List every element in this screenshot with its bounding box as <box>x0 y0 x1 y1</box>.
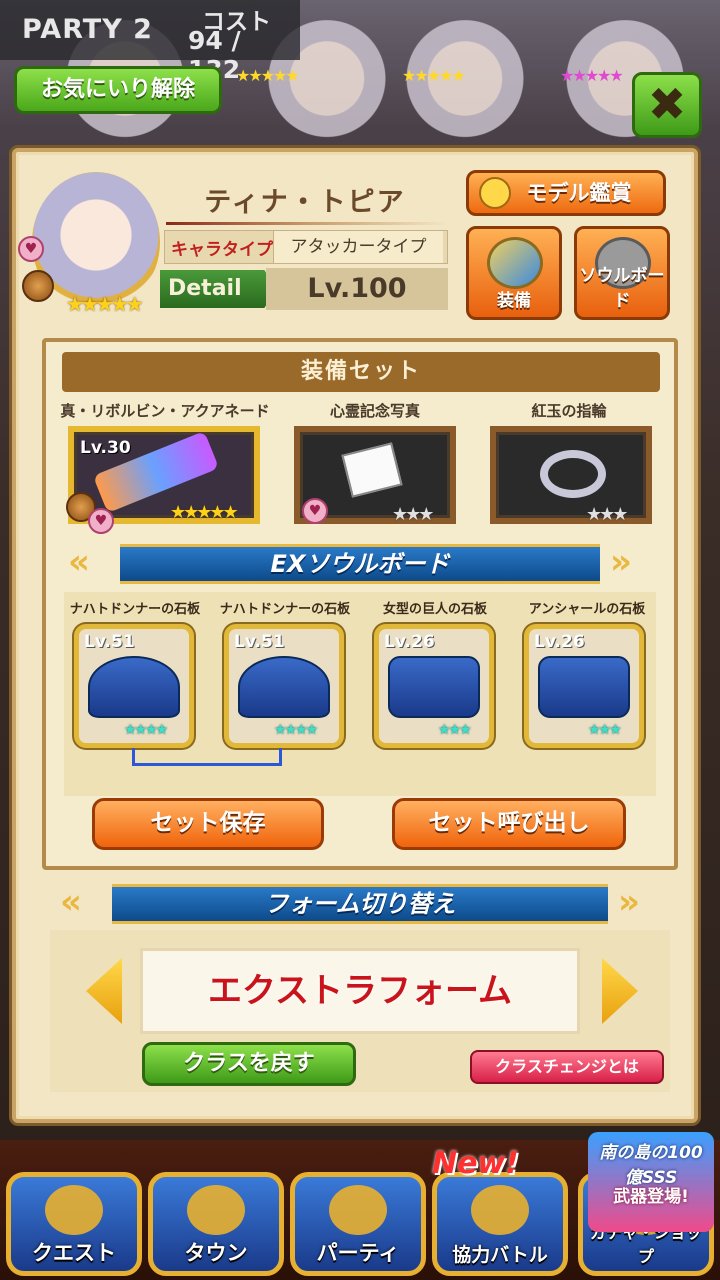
save-set-button[interactable]: セット保存 <box>92 798 324 850</box>
soulboard-label: ソウルボード <box>579 266 665 311</box>
close-icon: ✖ <box>647 77 687 131</box>
nav-label: クエスト <box>32 1241 116 1265</box>
load-set-button[interactable]: セット呼び出し <box>392 798 626 850</box>
party-member-stars: ★★★★★ <box>560 66 624 85</box>
soulboard-name: 女型の巨人の石板 <box>382 602 487 617</box>
soulboard-level: Lv.51 <box>234 632 285 652</box>
soulboard-stars: ★★★ <box>438 722 472 738</box>
new-badge: New! <box>432 1146 519 1181</box>
chevron-left-icon: « <box>68 542 90 582</box>
soulboard-level: Lv.26 <box>384 632 435 652</box>
class-revert-button[interactable]: クラスを戻す <box>142 1042 356 1086</box>
element-orb-icon <box>22 270 54 302</box>
form-switch-title: フォーム切り替え <box>264 890 456 918</box>
party-info-bar: PARTY 2 コスト 94 / 132 <box>0 0 300 84</box>
equipment-stars: ★★★ <box>392 504 434 525</box>
gacha-banner-line2: 武器登場! <box>613 1187 689 1207</box>
soulboard-name: アンシャールの石板 <box>528 602 646 617</box>
soulboard-link-line <box>132 748 282 766</box>
coop-shield-icon <box>471 1185 529 1235</box>
class-change-info-button[interactable]: クラスチェンジとは <box>470 1050 664 1084</box>
stone-tablet-icon <box>538 656 630 718</box>
stone-tablet-icon <box>388 656 480 718</box>
model-view-icon <box>479 177 511 209</box>
stone-tablet-icon <box>88 656 180 718</box>
unfavorite-button[interactable]: お気にいり解除 <box>14 66 222 114</box>
type-value: アタッカータイプ <box>273 231 443 263</box>
heart-lock-icon: ♥ <box>302 498 328 524</box>
type-key: キャラタイプ <box>171 240 273 260</box>
chevron-right-icon: » <box>618 882 640 922</box>
equip-label: 装備 <box>497 291 531 311</box>
nav-party[interactable]: パーティ <box>290 1172 426 1276</box>
background-character-3 <box>400 20 530 150</box>
town-ship-icon <box>187 1185 245 1235</box>
equipment-name: 真・リボルビン・アクアネード <box>60 402 270 420</box>
equipment-name: 紅玉の指輪 <box>531 402 607 420</box>
quest-map-icon <box>45 1185 103 1235</box>
model-view-button[interactable]: モデル鑑賞 <box>466 170 666 216</box>
nav-town[interactable]: タウン <box>148 1172 284 1276</box>
form-switch-banner: フォーム切り替え <box>112 884 608 924</box>
equipment-level: Lv.30 <box>80 438 131 458</box>
soulboard-stars: ★★★ <box>588 722 622 738</box>
equipment-name: 心霊記念写真 <box>329 402 420 420</box>
heart-lock-icon: ♥ <box>88 508 114 534</box>
ex-soulboard-title: EXソウルボード <box>270 550 450 578</box>
equipment-stars: ★★★★★ <box>170 502 239 523</box>
chevron-left-icon: « <box>60 882 82 922</box>
party-members-icon <box>329 1185 387 1235</box>
nav-label: タウン <box>184 1241 248 1265</box>
ruby-ring-icon <box>540 450 606 498</box>
ex-soulboard-banner: EXソウルボード <box>120 544 600 584</box>
equipment-stars: ★★★ <box>586 504 628 525</box>
character-level: Lv.100 <box>266 268 448 310</box>
nav-label: 協力バトル <box>452 1244 548 1266</box>
party-label: PARTY 2 <box>22 14 153 45</box>
heart-lock-icon: ♥ <box>18 236 44 262</box>
nav-coop-battle[interactable]: 協力バトル <box>432 1172 568 1276</box>
gacha-event-banner[interactable]: 南の島の100億SSS 武器登場! <box>588 1132 714 1232</box>
chevron-right-icon: » <box>610 542 632 582</box>
soulboard-name: ナハトドンナーの石板 <box>69 602 201 617</box>
soulboard-stars: ★★★★ <box>124 722 168 738</box>
character-name: ティナ・トピア <box>204 187 406 218</box>
soulboard-level: Lv.51 <box>84 632 135 652</box>
equipment-set-title: 装備セット <box>62 352 660 392</box>
stone-tablet-icon <box>238 656 330 718</box>
name-underline <box>166 222 448 225</box>
character-type-row: キャラタイプ アタッカータイプ <box>164 230 448 264</box>
party-member-stars: ★★★★★ <box>402 66 466 85</box>
gacha-banner-line1: 南の島の100億SSS <box>599 1143 703 1188</box>
soulboard-stars: ★★★★ <box>274 722 318 738</box>
model-view-label: モデル鑑賞 <box>526 181 632 205</box>
nav-quest[interactable]: クエスト <box>6 1172 142 1276</box>
soulboard-button[interactable]: ソウルボード <box>574 226 670 320</box>
equip-swap-icon <box>487 237 543 289</box>
current-form: エクストラフォーム <box>140 948 580 1034</box>
detail-button[interactable]: Detail <box>160 270 276 308</box>
soulboard-name: ナハトドンナーの石板 <box>219 602 351 617</box>
character-stars: ★★★★★ <box>66 292 144 316</box>
nav-label: パーティ <box>316 1241 400 1265</box>
soulboard-level: Lv.26 <box>534 632 585 652</box>
equip-button[interactable]: 装備 <box>466 226 562 320</box>
close-button[interactable]: ✖ <box>632 72 702 138</box>
party-member-stars: ★★★★★ <box>236 66 300 85</box>
